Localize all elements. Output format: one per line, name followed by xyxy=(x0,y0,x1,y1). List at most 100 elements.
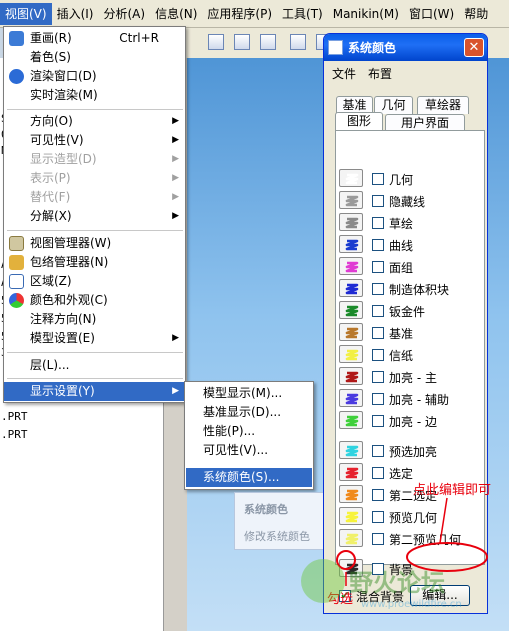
color-wheel-icon xyxy=(9,293,24,308)
color-row-checkbox[interactable] xyxy=(372,261,384,273)
menu-analysis[interactable]: 分析(A) xyxy=(98,3,150,25)
menu-item-visibility[interactable]: 可见性(V) ▶ xyxy=(4,131,185,150)
menu-item-layers[interactable]: 层(L)... xyxy=(4,356,185,375)
close-icon: ✕ xyxy=(468,40,480,55)
color-row-checkbox[interactable] xyxy=(372,393,384,405)
color-swatch-button[interactable] xyxy=(339,389,363,407)
menu-help[interactable]: 帮助 xyxy=(459,3,493,25)
color-swatch-button[interactable] xyxy=(339,485,363,503)
color-row-label: 预选加亮 xyxy=(389,445,438,459)
color-stroke-icon xyxy=(345,467,359,479)
color-row-checkbox[interactable] xyxy=(372,195,384,207)
color-row-label: 选定 xyxy=(389,467,414,481)
color-stroke-icon xyxy=(345,511,359,523)
menu-item-annotation-orientation[interactable]: 注释方向(N) xyxy=(4,310,185,329)
color-row-checkbox[interactable] xyxy=(372,511,384,523)
color-row-checkbox[interactable] xyxy=(372,467,384,479)
color-row-checkbox[interactable] xyxy=(372,349,384,361)
menu-item-datum-display[interactable]: 基准显示(D)... xyxy=(186,403,312,422)
menu-insert[interactable]: 插入(I) xyxy=(52,3,99,25)
menu-item-orientation[interactable]: 方向(O) ▶ xyxy=(4,112,185,131)
color-row-label: 加亮 - 主 xyxy=(389,371,437,385)
menu-item-zone[interactable]: 区域(Z) xyxy=(4,272,185,291)
color-row-checkbox[interactable] xyxy=(372,445,384,457)
color-swatch-button[interactable] xyxy=(339,323,363,341)
color-swatch-button[interactable] xyxy=(339,301,363,319)
color-row-checkbox[interactable] xyxy=(372,173,384,185)
dialog-titlebar[interactable]: 系统颜色 ✕ xyxy=(324,34,487,61)
menu-item-label: 区域(Z) xyxy=(30,274,72,288)
menu-manikin[interactable]: Manikin(M) xyxy=(328,3,404,25)
menu-item-label: 模型设置(E) xyxy=(30,331,95,345)
toolbar-icon[interactable] xyxy=(290,34,306,50)
menu-item-model-display[interactable]: 模型显示(M)... xyxy=(186,384,312,403)
color-row-checkbox[interactable] xyxy=(372,327,384,339)
toolbar-icon[interactable] xyxy=(234,34,250,50)
color-swatch-button[interactable] xyxy=(339,367,363,385)
color-row-checkbox[interactable] xyxy=(372,415,384,427)
menu-tools[interactable]: 工具(T) xyxy=(277,3,328,25)
color-swatch-button[interactable] xyxy=(339,463,363,481)
color-swatch-button[interactable] xyxy=(339,279,363,297)
tab-graphics[interactable]: 图形 xyxy=(335,112,383,132)
submenu-arrow-icon: ▶ xyxy=(172,211,179,221)
tab-sketcher[interactable]: 草绘器 xyxy=(417,96,469,114)
close-button[interactable]: ✕ xyxy=(464,38,484,57)
color-swatch-button[interactable] xyxy=(339,507,363,525)
menu-info[interactable]: 信息(N) xyxy=(150,3,202,25)
color-swatch-button[interactable] xyxy=(339,345,363,363)
color-row-label: 第二预览几何 xyxy=(389,533,462,547)
menu-applications[interactable]: 应用程序(P) xyxy=(202,3,277,25)
color-swatch-button[interactable] xyxy=(339,441,363,459)
menu-item-repaint[interactable]: 重画(R) Ctrl+R xyxy=(4,29,185,48)
menu-item-render-window[interactable]: 渲染窗口(D) xyxy=(4,67,185,86)
menu-item-model-setup[interactable]: 模型设置(E) ▶ xyxy=(4,329,185,348)
toolbar-icon[interactable] xyxy=(260,34,276,50)
color-row-checkbox[interactable] xyxy=(372,239,384,251)
menu-item-performance[interactable]: 性能(P)... xyxy=(186,422,312,441)
edit-annotation-text: 点此编辑即可 xyxy=(413,483,492,498)
color-list-panel: 几何 隐藏线 草绘 曲线 面组 制造体积块 钣金件 基准 信纸 加亮 - 主加亮 - 辅助 加亮 -… xyxy=(335,130,485,577)
color-swatch-button[interactable] xyxy=(339,529,363,547)
menu-item-shade[interactable]: 着色(S) xyxy=(4,48,185,67)
submenu-arrow-icon: ▶ xyxy=(172,173,179,183)
color-row-checkbox[interactable] xyxy=(372,371,384,383)
model-tree-line[interactable]: .PRT xyxy=(1,410,28,423)
menu-item-color-appearance[interactable]: 颜色和外观(C) xyxy=(4,291,185,310)
color-swatch-button[interactable] xyxy=(339,191,363,209)
toolbar-icon[interactable] xyxy=(208,34,224,50)
color-swatch-button[interactable] xyxy=(339,169,363,187)
menu-separator xyxy=(7,230,183,231)
dialog-menu-layout[interactable]: 布置 xyxy=(368,65,392,82)
menu-item-envelope-manager[interactable]: 包络管理器(N) xyxy=(4,253,185,272)
menu-item-label: 显示设置(Y) xyxy=(30,384,95,398)
color-row-label: 加亮 - 边 xyxy=(389,415,437,429)
color-row-label: 预览几何 xyxy=(389,511,438,525)
model-tree-line[interactable]: .PRT xyxy=(1,428,28,441)
watermark-logo-icon xyxy=(301,559,345,603)
color-row-checkbox[interactable] xyxy=(372,533,384,545)
menu-item-realtime-render[interactable]: 实时渲染(M) xyxy=(4,86,185,105)
menu-window[interactable]: 窗口(W) xyxy=(404,3,459,25)
color-swatch-button[interactable] xyxy=(339,213,363,231)
menu-item-view-manager[interactable]: 视图管理器(W) xyxy=(4,234,185,253)
color-swatch-button[interactable] xyxy=(339,257,363,275)
menu-item-display-settings[interactable]: 显示设置(Y) ▶ xyxy=(4,382,185,401)
menu-item-system-colors[interactable]: 系统颜色(S)... xyxy=(186,468,312,487)
display-settings-submenu: 模型显示(M)... 基准显示(D)... 性能(P)... 可见性(V)...… xyxy=(184,381,314,490)
menu-view[interactable]: 视图(V) xyxy=(0,2,52,25)
color-row-checkbox[interactable] xyxy=(372,489,384,501)
color-swatch-button[interactable] xyxy=(339,235,363,253)
color-row-label: 面组 xyxy=(389,261,414,275)
color-stroke-icon xyxy=(345,415,359,427)
submenu-arrow-icon: ▶ xyxy=(172,154,179,164)
color-row-checkbox[interactable] xyxy=(372,305,384,317)
color-swatch-button[interactable] xyxy=(339,411,363,429)
dialog-menu-file[interactable]: 文件 xyxy=(332,65,356,82)
color-row-label: 几何 xyxy=(389,173,414,187)
menu-item-visibility-settings[interactable]: 可见性(V)... xyxy=(186,441,312,460)
forum-watermark: 野火论坛 www.proewildfire.cn xyxy=(301,559,497,617)
color-row-checkbox[interactable] xyxy=(372,283,384,295)
color-row-checkbox[interactable] xyxy=(372,217,384,229)
menu-item-explode[interactable]: 分解(X) ▶ xyxy=(4,207,185,226)
